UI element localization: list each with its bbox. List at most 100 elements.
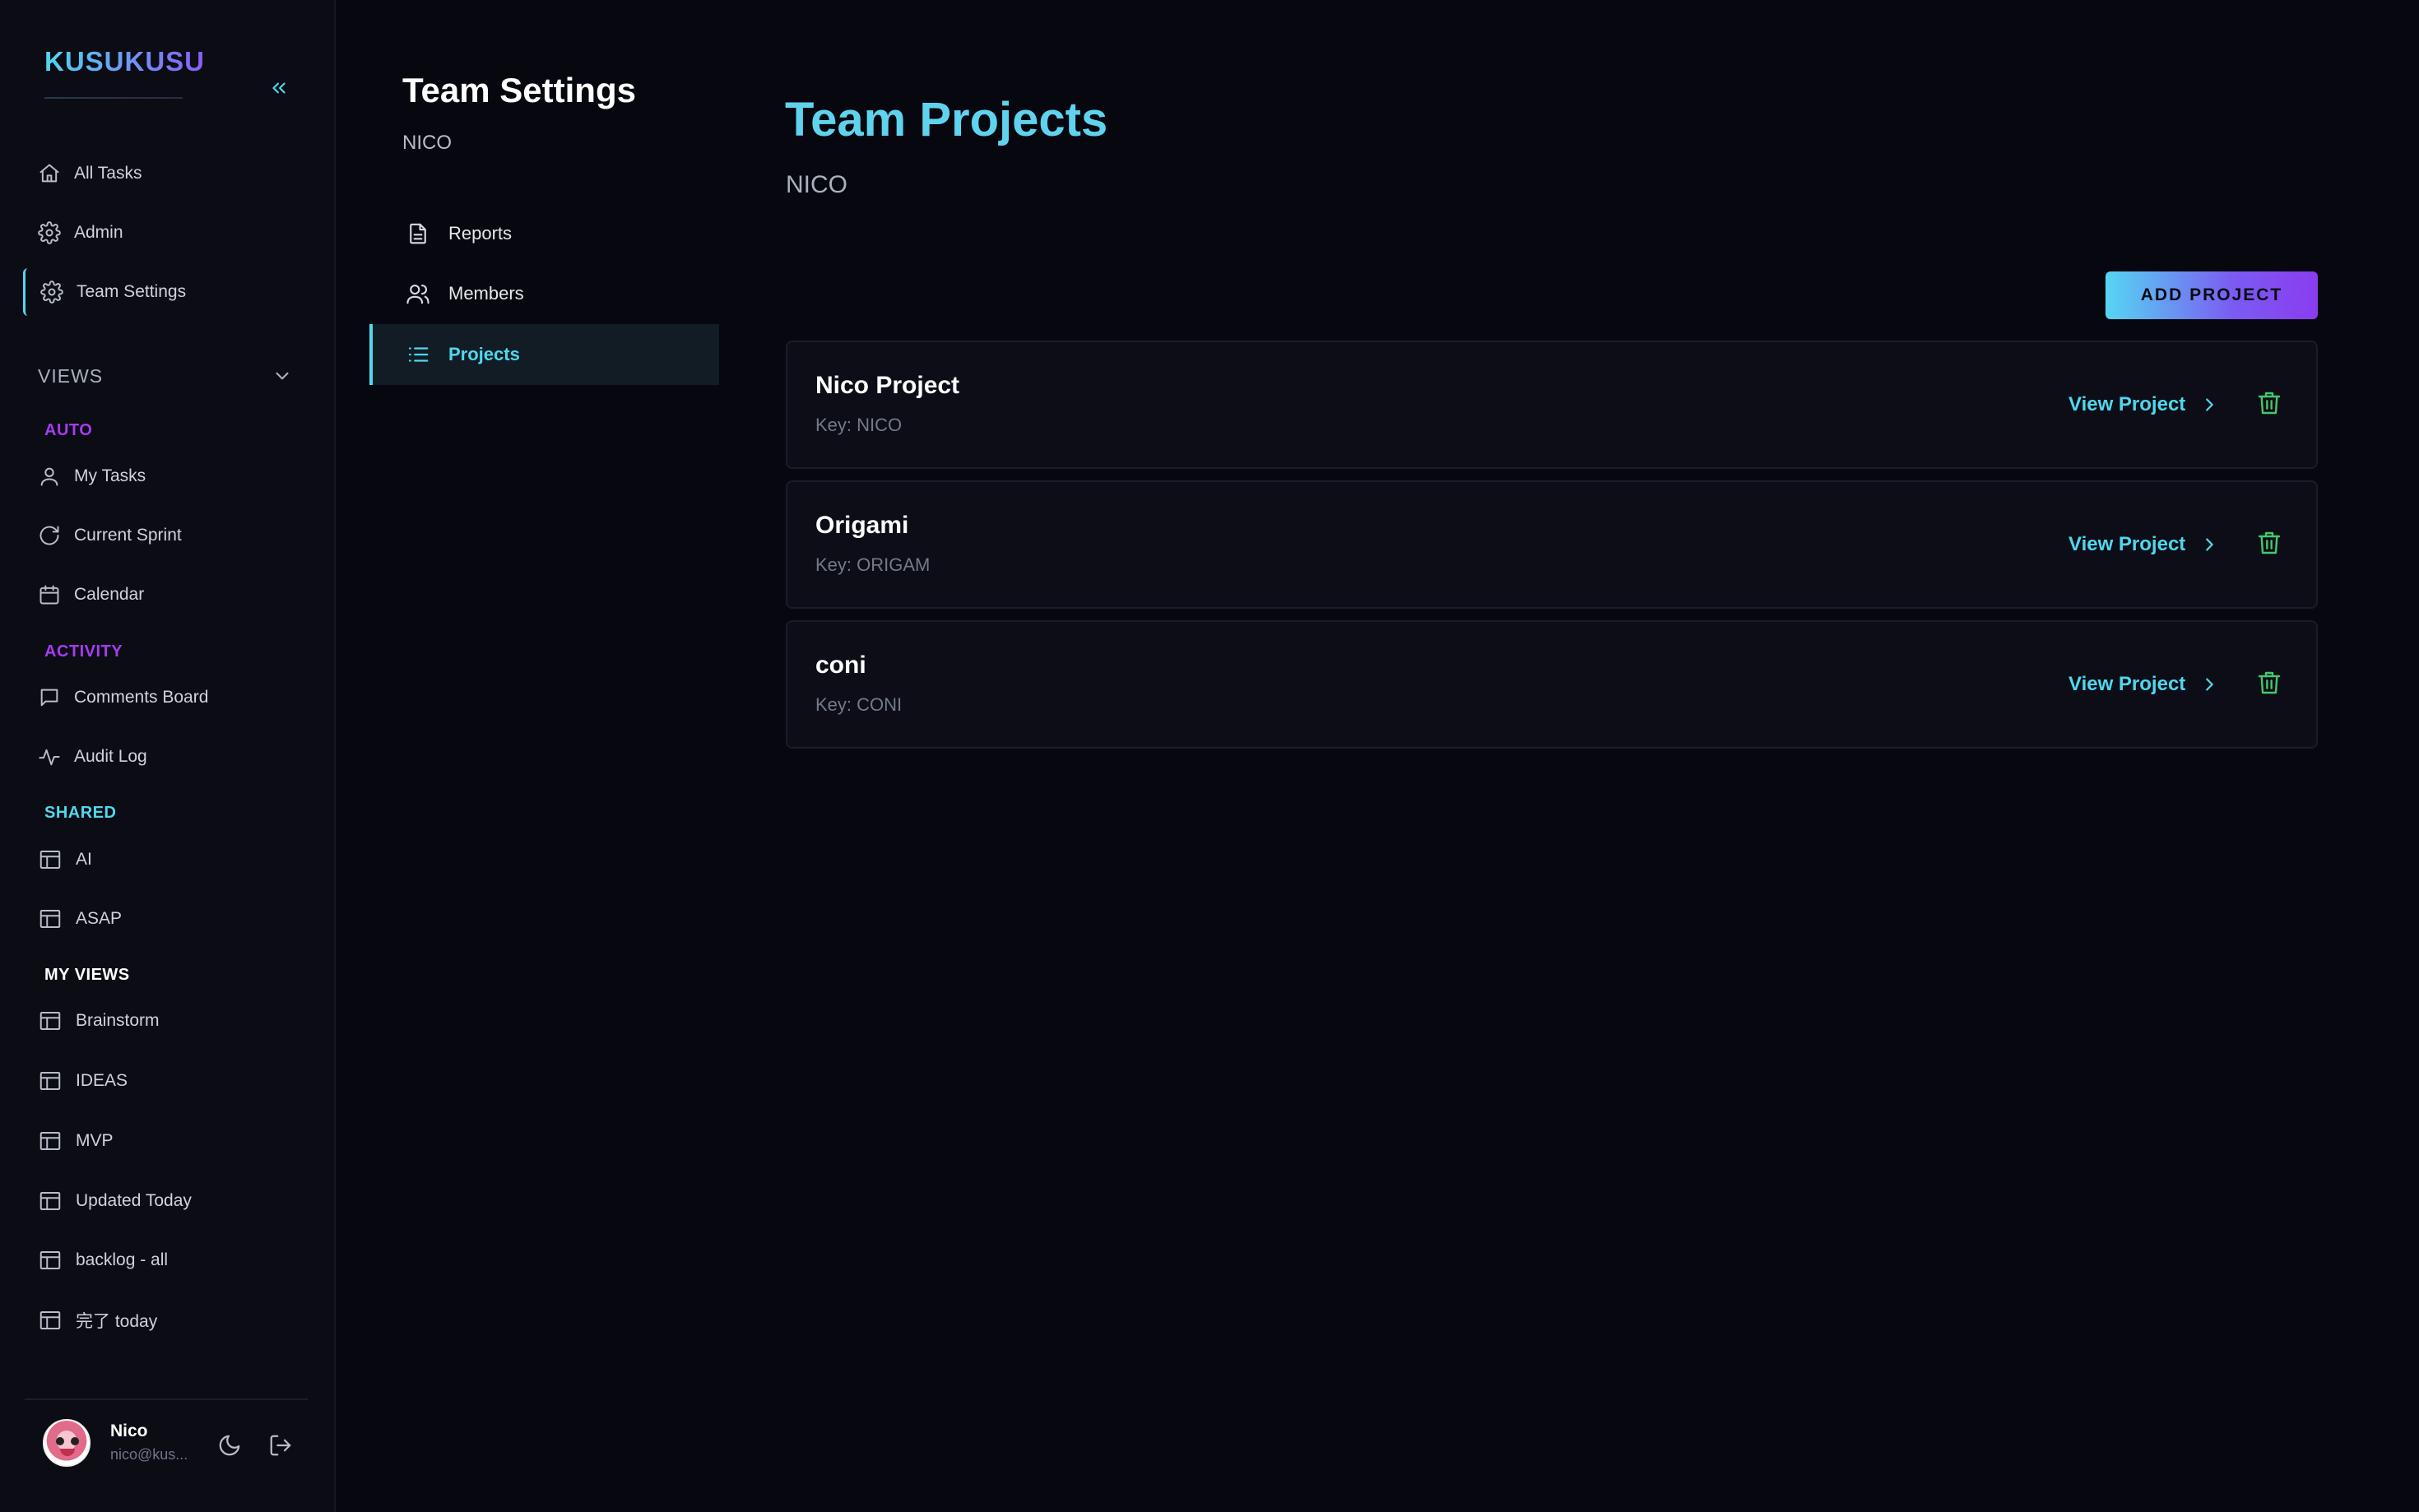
refresh-icon [39, 526, 59, 545]
list-icon [408, 347, 429, 362]
view-item-label: backlog - all [76, 1250, 169, 1269]
view-item-ai[interactable]: AI [23, 836, 303, 884]
project-card: Nico Project Key: NICO View Project [786, 341, 2318, 469]
view-item-mvp[interactable]: MVP [23, 1117, 303, 1165]
table-icon [39, 851, 61, 869]
group-label-my-views: MY VIEWS [44, 966, 130, 984]
add-project-button[interactable]: ADD PROJECT [2106, 271, 2318, 319]
view-item-audit-log[interactable]: Audit Log [23, 733, 303, 781]
group-label-activity: ACTIVITY [44, 642, 123, 661]
view-item-label: My Tasks [74, 466, 146, 485]
theme-toggle-button[interactable] [217, 1433, 242, 1462]
moon-icon [219, 1435, 240, 1456]
app-window: KUSUKUSU All Tasks Admin Team Settings V… [0, 0, 2419, 1512]
nav-team-settings-label: Team Settings [77, 282, 187, 301]
view-item-comments-board[interactable]: Comments Board [23, 674, 303, 721]
view-item-current-sprint[interactable]: Current Sprint [23, 512, 303, 559]
view-project-label: View Project [2068, 393, 2186, 415]
user-icon [40, 467, 58, 486]
project-card: coni Key: CONI View Project [786, 620, 2318, 749]
view-item-done-today[interactable]: 完了 today [23, 1296, 303, 1344]
view-item-label: Current Sprint [74, 526, 182, 545]
page-title: Team Projects [785, 93, 1108, 146]
delete-project-button[interactable] [2256, 670, 2282, 700]
user-email: nico@kus... [110, 1446, 188, 1463]
settings-tab-label: Reports [448, 223, 513, 243]
home-icon [39, 164, 59, 183]
trash-icon [2258, 392, 2281, 415]
view-item-label: Comments Board [74, 688, 209, 707]
project-name: coni [815, 652, 866, 679]
view-item-label: Calendar [74, 585, 145, 604]
collapse-sidebar-button[interactable] [265, 74, 293, 102]
comment-icon [40, 689, 58, 707]
view-item-my-tasks[interactable]: My Tasks [23, 452, 303, 500]
table-icon [39, 1192, 61, 1210]
sidebar: KUSUKUSU All Tasks Admin Team Settings V… [0, 0, 336, 1512]
view-item-calendar[interactable]: Calendar [23, 571, 303, 619]
page-team-name: NICO [786, 171, 847, 198]
users-icon [406, 284, 429, 304]
project-key: Key: NICO [815, 415, 903, 435]
gear-icon [38, 221, 61, 244]
view-project-link[interactable]: View Project [2068, 530, 2218, 559]
views-section-header[interactable]: VIEWS [38, 365, 103, 387]
chevrons-left-icon [272, 82, 286, 94]
view-item-updated-today[interactable]: Updated Today [23, 1177, 303, 1225]
view-item-label: MVP [76, 1131, 114, 1150]
settings-tab-members[interactable]: Members [369, 263, 719, 324]
nav-team-settings[interactable]: Team Settings [23, 268, 303, 316]
chevron-right-icon [2206, 398, 2214, 411]
logout-icon [270, 1435, 291, 1456]
view-item-label: Updated Today [76, 1191, 192, 1210]
gear-icon [40, 281, 63, 304]
chevron-down-icon[interactable] [272, 365, 293, 387]
view-item-label: 完了 today [76, 1312, 158, 1331]
delete-project-button[interactable] [2256, 530, 2282, 560]
table-icon [39, 1072, 61, 1090]
table-icon [39, 1132, 61, 1150]
settings-tab-projects[interactable]: Projects [369, 324, 719, 385]
table-icon [39, 1311, 61, 1329]
chevron-right-icon [2206, 678, 2214, 691]
table-icon [39, 910, 61, 928]
view-project-link[interactable]: View Project [2068, 390, 2218, 420]
view-item-brainstorm[interactable]: Brainstorm [23, 997, 303, 1045]
trash-icon [2258, 531, 2281, 554]
view-item-label: Brainstorm [76, 1011, 160, 1030]
settings-tab-reports[interactable]: Reports [369, 203, 719, 264]
project-name: Origami [815, 512, 909, 539]
trash-icon [2258, 671, 2281, 694]
project-key: Key: CONI [815, 694, 903, 715]
brand-logo[interactable]: KUSUKUSU [44, 46, 205, 77]
user-divider [25, 1398, 308, 1400]
view-item-ideas[interactable]: IDEAS [23, 1057, 303, 1105]
project-key: Key: ORIGAM [815, 554, 931, 575]
group-label-auto: AUTO [44, 421, 93, 439]
view-project-link[interactable]: View Project [2068, 670, 2218, 699]
nav-admin-label: Admin [74, 223, 123, 242]
nav-all-tasks[interactable]: All Tasks [23, 150, 303, 197]
settings-tab-label: Projects [448, 344, 520, 364]
chevron-right-icon [2206, 538, 2214, 551]
nav-admin[interactable]: Admin [23, 209, 303, 257]
project-name: Nico Project [815, 372, 960, 399]
view-item-backlog-all[interactable]: backlog - all [23, 1236, 303, 1284]
table-icon [39, 1012, 61, 1030]
document-icon [410, 223, 426, 244]
project-card: Origami Key: ORIGAM View Project [786, 480, 2318, 609]
logout-button[interactable] [268, 1433, 293, 1462]
avatar[interactable] [43, 1419, 91, 1467]
settings-tab-label: Members [448, 283, 524, 304]
calendar-icon [39, 585, 59, 605]
view-project-label: View Project [2068, 673, 2186, 695]
view-project-label: View Project [2068, 533, 2186, 555]
settings-title: Team Settings [402, 71, 636, 109]
view-item-asap[interactable]: ASAP [23, 895, 303, 943]
view-item-label: IDEAS [76, 1071, 128, 1090]
user-name: Nico [110, 1422, 148, 1440]
nav-all-tasks-label: All Tasks [74, 164, 142, 183]
delete-project-button[interactable] [2256, 390, 2282, 420]
brand-underline [44, 97, 183, 99]
table-icon [39, 1251, 61, 1269]
